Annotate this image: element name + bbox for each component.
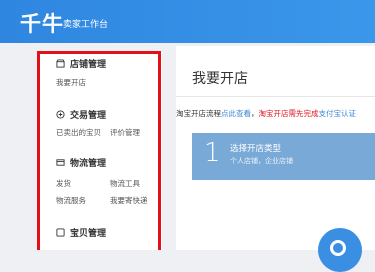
notice-line: 淘宝开店流程点此查看，淘宝开店需先完成支付宝认证 (176, 108, 356, 119)
notice-prefix: 淘宝开店流程 (176, 109, 221, 118)
page-title: 我要开店 (192, 71, 248, 87)
highlight-outline (37, 51, 161, 250)
notice-separator: ， (251, 109, 259, 118)
notice-warning: 淘宝开店需先完成 (258, 109, 319, 118)
step-card[interactable]: 1 选择开店类型 个人店铺，企业店铺 (192, 133, 375, 180)
main-panel: 我要开店 淘宝开店流程点此查看，淘宝开店需先完成支付宝认证 1 选择开店类型 个… (176, 46, 375, 250)
divider (176, 96, 375, 97)
alipay-cert-link[interactable]: 支付宝认证 (319, 109, 357, 118)
step-description: 个人店铺，企业店铺 (230, 157, 293, 165)
top-bar: 千牛 卖家工作台 (0, 0, 375, 43)
process-link[interactable]: 点此查看 (221, 109, 251, 118)
app-logo[interactable]: 千牛 (20, 8, 64, 38)
step-title: 选择开店类型 (230, 144, 282, 154)
step-number: 1 (204, 138, 221, 168)
app-subtitle: 卖家工作台 (63, 20, 109, 30)
help-icon[interactable] (318, 228, 362, 272)
